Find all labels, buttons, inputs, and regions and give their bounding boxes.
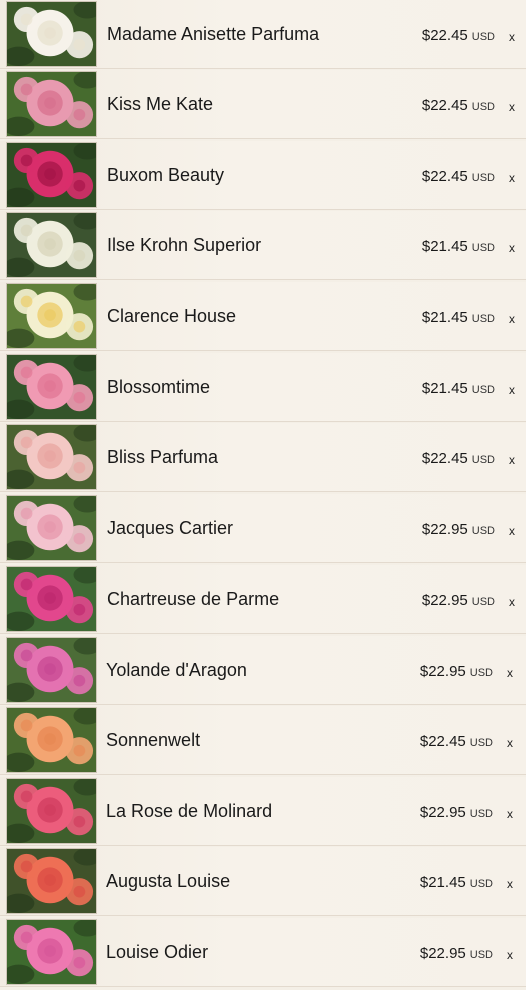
price-amount: $22.45 — [421, 168, 468, 185]
price-currency: USD — [469, 949, 493, 961]
price-amount: $21.45 — [421, 380, 468, 397]
cart-item-row[interactable]: Louise Odier $22.95 USD x — [0, 918, 526, 987]
remove-item-button[interactable]: x — [504, 736, 516, 750]
price-currency: USD — [471, 596, 495, 608]
product-price: $22.95 USD — [420, 945, 493, 963]
product-name[interactable]: La Rose de Molinard — [106, 801, 272, 822]
product-price: $22.95 USD — [422, 521, 495, 539]
price-amount: $22.95 — [421, 592, 468, 609]
product-name[interactable]: Buxom Beauty — [107, 165, 224, 186]
rose-thumbnail-image[interactable] — [6, 212, 97, 278]
price-amount: $22.95 — [419, 945, 466, 962]
rose-thumbnail-image[interactable] — [6, 424, 97, 490]
product-price: $21.45 USD — [422, 309, 495, 327]
cart-item-row[interactable]: Ilse Krohn Superior $21.45 USD x — [0, 211, 526, 280]
product-name[interactable]: Bliss Parfuma — [107, 447, 218, 468]
rose-thumbnail-image[interactable] — [6, 283, 97, 349]
price-currency: USD — [471, 101, 495, 113]
price-currency: USD — [471, 384, 495, 396]
cart-item-row[interactable]: Bliss Parfuma $22.45 USD x — [0, 423, 526, 492]
product-name[interactable]: Augusta Louise — [106, 871, 230, 892]
product-name[interactable]: Madame Anisette Parfuma — [107, 24, 319, 45]
product-price: $21.45 USD — [420, 874, 493, 892]
product-price: $21.45 USD — [422, 238, 495, 256]
remove-item-button[interactable]: x — [504, 877, 516, 891]
product-price: $22.45 USD — [422, 450, 495, 468]
price-amount: $21.45 — [421, 238, 468, 255]
price-currency: USD — [471, 313, 495, 325]
remove-item-button[interactable]: x — [506, 30, 518, 44]
price-currency: USD — [469, 667, 493, 679]
product-name[interactable]: Yolande d'Aragon — [106, 660, 247, 681]
cart-item-row[interactable]: Clarence House $21.45 USD x — [0, 282, 526, 351]
price-currency: USD — [471, 31, 495, 43]
remove-item-button[interactable]: x — [506, 241, 518, 255]
cart-item-row[interactable]: Yolande d'Aragon $22.95 USD x — [0, 636, 526, 705]
price-currency: USD — [471, 525, 495, 537]
product-name[interactable]: Kiss Me Kate — [107, 94, 213, 115]
price-amount: $22.95 — [421, 521, 468, 538]
product-name[interactable]: Chartreuse de Parme — [107, 589, 279, 610]
rose-thumbnail-image[interactable] — [6, 566, 97, 632]
rose-thumbnail-image[interactable] — [6, 142, 97, 208]
remove-item-button[interactable]: x — [506, 100, 518, 114]
rose-thumbnail-image[interactable] — [6, 637, 97, 703]
price-currency: USD — [469, 878, 493, 890]
price-amount: $22.45 — [421, 97, 468, 114]
price-amount: $22.95 — [419, 663, 466, 680]
product-price: $22.45 USD — [422, 27, 495, 45]
product-name[interactable]: Louise Odier — [106, 942, 208, 963]
rose-thumbnail-image[interactable] — [6, 707, 97, 773]
cart-item-row[interactable]: Kiss Me Kate $22.45 USD x — [0, 70, 526, 139]
remove-item-button[interactable]: x — [506, 524, 518, 538]
cart-item-row[interactable]: Chartreuse de Parme $22.95 USD x — [0, 565, 526, 634]
cart-item-row[interactable]: Blossomtime $21.45 USD x — [0, 353, 526, 422]
remove-item-button[interactable]: x — [504, 948, 516, 962]
price-amount: $22.45 — [421, 450, 468, 467]
price-amount: $21.45 — [421, 309, 468, 326]
rose-thumbnail-image[interactable] — [6, 71, 97, 137]
rose-thumbnail-image[interactable] — [6, 778, 97, 844]
cart-item-row[interactable]: Sonnenwelt $22.45 USD x — [0, 706, 526, 775]
remove-item-button[interactable]: x — [506, 312, 518, 326]
price-currency: USD — [469, 808, 493, 820]
cart-item-row[interactable]: Buxom Beauty $22.45 USD x — [0, 141, 526, 210]
cart-item-list: Madame Anisette Parfuma $22.45 USD x Kiss Me… — [0, 0, 526, 990]
product-name[interactable]: Ilse Krohn Superior — [107, 235, 261, 256]
price-currency: USD — [469, 737, 493, 749]
remove-item-button[interactable]: x — [506, 453, 518, 467]
product-price: $21.45 USD — [422, 380, 495, 398]
remove-item-button[interactable]: x — [504, 666, 516, 680]
price-currency: USD — [471, 172, 495, 184]
product-name[interactable]: Sonnenwelt — [106, 730, 200, 751]
remove-item-button[interactable]: x — [506, 171, 518, 185]
cart-item-row[interactable]: Madame Anisette Parfuma $22.45 USD x — [0, 0, 526, 69]
cart-item-row[interactable]: Augusta Louise $21.45 USD x — [0, 847, 526, 916]
product-name[interactable]: Blossomtime — [107, 377, 210, 398]
price-amount: $22.45 — [419, 733, 466, 750]
cart-item-row[interactable]: Jacques Cartier $22.95 USD x — [0, 494, 526, 563]
price-currency: USD — [471, 454, 495, 466]
cart-item-row[interactable]: La Rose de Molinard $22.95 USD x — [0, 777, 526, 846]
rose-thumbnail-image[interactable] — [6, 848, 97, 914]
remove-item-button[interactable]: x — [506, 383, 518, 397]
price-amount: $22.95 — [419, 804, 466, 821]
rose-thumbnail-image[interactable] — [6, 354, 97, 420]
price-amount: $21.45 — [419, 874, 466, 891]
product-price: $22.45 USD — [420, 733, 493, 751]
product-price: $22.95 USD — [422, 592, 495, 610]
product-price: $22.45 USD — [422, 168, 495, 186]
rose-thumbnail-image[interactable] — [6, 919, 97, 985]
product-name[interactable]: Clarence House — [107, 306, 236, 327]
product-price: $22.45 USD — [422, 97, 495, 115]
remove-item-button[interactable]: x — [506, 595, 518, 609]
price-amount: $22.45 — [421, 27, 468, 44]
product-price: $22.95 USD — [420, 663, 493, 681]
product-name[interactable]: Jacques Cartier — [107, 518, 233, 539]
product-price: $22.95 USD — [420, 804, 493, 822]
rose-thumbnail-image[interactable] — [6, 495, 97, 561]
remove-item-button[interactable]: x — [504, 807, 516, 821]
price-currency: USD — [471, 242, 495, 254]
rose-thumbnail-image[interactable] — [6, 1, 97, 67]
